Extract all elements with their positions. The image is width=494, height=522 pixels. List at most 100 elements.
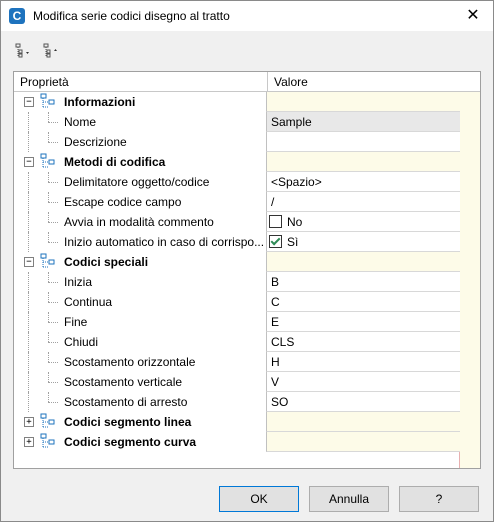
property-row[interactable]: Scostamento orizzontale H	[14, 352, 480, 372]
property-value-cell[interactable]: CLS	[266, 332, 460, 352]
property-value-cell[interactable]: C	[266, 292, 460, 312]
property-row[interactable]: Descrizione	[14, 132, 480, 152]
tree-connector	[48, 142, 58, 143]
expand-icon[interactable]: +	[24, 417, 34, 427]
property-row[interactable]: Escape codice campo /	[14, 192, 480, 212]
tree-connector	[48, 402, 58, 403]
checkbox-checked[interactable]	[269, 235, 282, 248]
property-label: Escape codice campo	[64, 195, 182, 209]
tree-connector	[48, 242, 58, 243]
category-value-cell	[266, 152, 460, 172]
property-label: Descrizione	[64, 135, 127, 149]
tree-connector	[48, 232, 49, 242]
collapse-icon[interactable]: −	[24, 97, 34, 107]
property-value-cell[interactable]: Sì	[266, 232, 460, 252]
tree-connector	[28, 312, 29, 332]
checkbox-unchecked[interactable]	[269, 215, 282, 228]
property-row[interactable]: Continua C	[14, 292, 480, 312]
category-icon	[40, 413, 56, 429]
property-label: Scostamento verticale	[64, 375, 183, 389]
category-row[interactable]: + Codici segmento linea	[14, 412, 480, 432]
tree-connector	[48, 352, 49, 362]
tree-connector	[48, 132, 49, 142]
expand-icon[interactable]: +	[24, 437, 34, 447]
property-value: SO	[271, 395, 289, 409]
tree-connector	[28, 372, 29, 392]
property-label: Codici segmento linea	[64, 415, 192, 429]
tree-connector	[48, 372, 49, 382]
close-button[interactable]: ✕	[453, 1, 493, 31]
property-row[interactable]: Avvia in modalità commento No	[14, 212, 480, 232]
property-label: Chiudi	[64, 335, 99, 349]
help-button[interactable]: ?	[399, 486, 479, 512]
property-value: H	[271, 355, 280, 369]
tree-connector	[28, 172, 29, 192]
header-separator[interactable]	[267, 72, 268, 91]
category-icon	[40, 93, 56, 109]
property-label: Informazioni	[64, 95, 136, 109]
collapse-icon[interactable]: −	[24, 157, 34, 167]
property-label: Continua	[64, 295, 113, 309]
property-value-cell[interactable]: V	[266, 372, 460, 392]
category-value-cell	[266, 432, 460, 452]
property-label: Fine	[64, 315, 88, 329]
property-value: <Spazio>	[271, 175, 322, 189]
property-value: V	[271, 375, 280, 389]
property-label: Scostamento di arresto	[64, 395, 188, 409]
cancel-button[interactable]: Annulla	[309, 486, 389, 512]
tree-connector	[48, 392, 49, 402]
collapse-icon[interactable]: −	[24, 257, 34, 267]
tree-connector	[28, 212, 29, 232]
tree-connector	[28, 232, 29, 252]
property-value-cell[interactable]: H	[266, 352, 460, 372]
property-value: CLS	[271, 335, 295, 349]
property-value-cell[interactable]: E	[266, 312, 460, 332]
tree-connector	[48, 182, 58, 183]
category-row[interactable]: − Metodi di codifica	[14, 152, 480, 172]
property-row[interactable]: Chiudi CLS	[14, 332, 480, 352]
category-icon	[40, 153, 56, 169]
ok-button[interactable]: OK	[219, 486, 299, 512]
tree-connector	[48, 332, 49, 342]
category-row[interactable]: − Informazioni	[14, 92, 480, 112]
property-row[interactable]: Delimitatore oggetto/codice <Spazio>	[14, 172, 480, 192]
property-value-cell[interactable]: /	[266, 192, 460, 212]
property-row[interactable]: Inizia B	[14, 272, 480, 292]
property-label: Inizia	[64, 275, 93, 289]
property-grid[interactable]: Proprietà Valore − Informazioni Nome Sample…	[13, 71, 481, 469]
property-value-cell[interactable]: No	[266, 212, 460, 232]
category-icon	[40, 253, 56, 269]
property-label: Delimitatore oggetto/codice	[64, 175, 210, 189]
tree-connector	[48, 362, 58, 363]
property-value-cell[interactable]: <Spazio>	[266, 172, 460, 192]
tree-connector	[28, 332, 29, 352]
tree-connector	[48, 342, 58, 343]
category-row[interactable]: + Codici segmento curva	[14, 432, 480, 452]
property-value-cell[interactable]	[266, 132, 460, 152]
title-bar: C Modifica serie codici disegno al tratt…	[1, 1, 493, 31]
property-value: E	[271, 315, 280, 329]
sort-alphabetic-icon[interactable]	[41, 41, 61, 61]
sort-categorized-icon[interactable]	[13, 41, 33, 61]
category-icon	[40, 433, 56, 449]
property-row[interactable]: Scostamento verticale V	[14, 372, 480, 392]
header-property: Proprietà	[20, 75, 69, 89]
property-value-cell[interactable]: SO	[266, 392, 460, 412]
property-value-cell[interactable]: B	[266, 272, 460, 292]
tree-connector	[48, 222, 58, 223]
property-value: Sample	[271, 115, 312, 129]
category-row[interactable]: − Codici speciali	[14, 252, 480, 272]
property-label: Codici segmento curva	[64, 435, 197, 449]
tree-connector	[48, 312, 49, 322]
property-row[interactable]: Scostamento di arresto SO	[14, 392, 480, 412]
property-row[interactable]: Nome Sample	[14, 112, 480, 132]
tree-connector	[48, 382, 58, 383]
property-value: C	[271, 295, 280, 309]
property-label: Metodi di codifica	[64, 155, 166, 169]
tree-connector	[28, 352, 29, 372]
property-row[interactable]: Fine E	[14, 312, 480, 332]
property-value-cell[interactable]: Sample	[266, 112, 460, 132]
property-label: Avvia in modalità commento	[64, 215, 214, 229]
property-row[interactable]: Inizio automatico in caso di corrispo...…	[14, 232, 480, 252]
property-value: /	[271, 195, 275, 209]
